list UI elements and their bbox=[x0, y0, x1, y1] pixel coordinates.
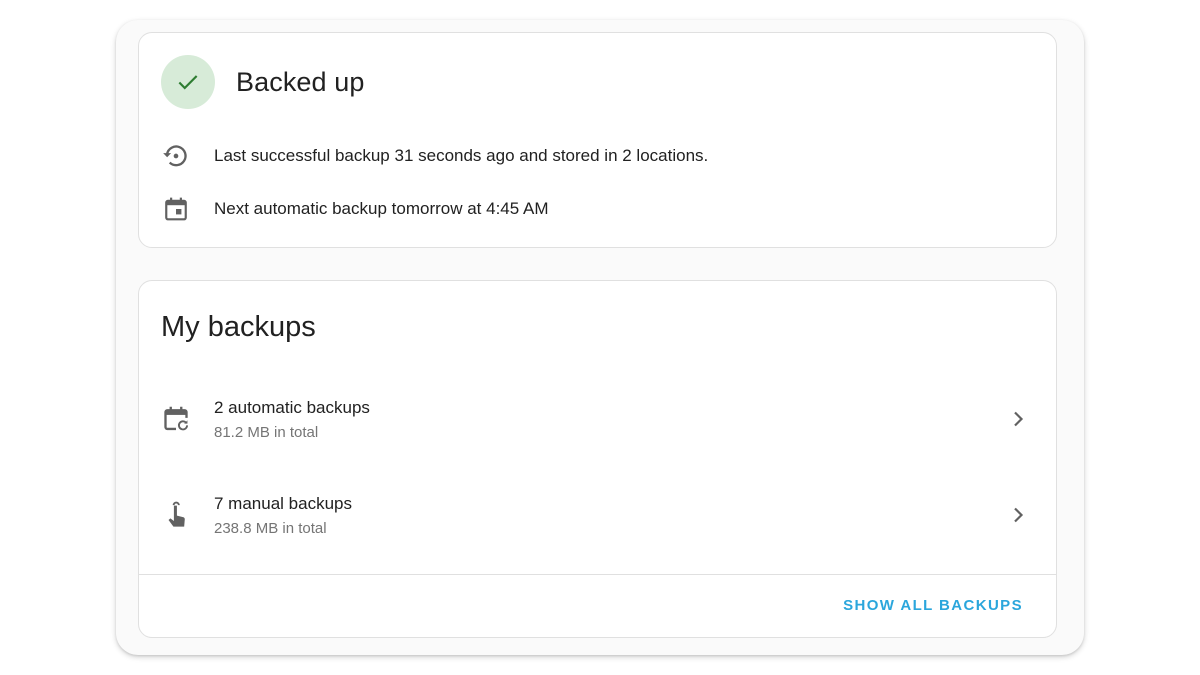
my-backups-title: My backups bbox=[161, 311, 316, 343]
calendar-sync-icon bbox=[161, 404, 191, 434]
next-backup-row: Next automatic backup tomorrow at 4:45 A… bbox=[161, 194, 549, 224]
automatic-backups-size: 81.2 MB in total bbox=[214, 423, 319, 441]
automatic-backups-item[interactable]: 2 automatic backups 81.2 MB in total bbox=[139, 371, 1056, 467]
automatic-backups-label: 2 automatic backups bbox=[214, 397, 370, 417]
card-divider bbox=[139, 574, 1056, 575]
manual-backups-size: 238.8 MB in total bbox=[214, 519, 327, 537]
my-backups-card: My backups 2 automatic backups 81.2 MB i… bbox=[138, 280, 1057, 638]
check-icon bbox=[161, 55, 215, 109]
chevron-right-icon bbox=[1014, 507, 1024, 523]
backup-status-card: Backed up Last successful backup 31 seco… bbox=[138, 32, 1057, 248]
last-backup-row: Last successful backup 31 seconds ago an… bbox=[161, 141, 708, 171]
manual-backups-item[interactable]: 7 manual backups 238.8 MB in total bbox=[139, 467, 1056, 563]
show-all-backups-button[interactable]: SHOW ALL BACKUPS bbox=[843, 597, 1023, 614]
calendar-icon bbox=[161, 194, 191, 224]
manual-backups-label: 7 manual backups bbox=[214, 493, 352, 513]
manual-backups-text: 7 manual backups 238.8 MB in total bbox=[214, 494, 352, 537]
gesture-tap-icon bbox=[161, 500, 191, 530]
status-title: Backed up bbox=[236, 66, 365, 97]
backup-panel: Backed up Last successful backup 31 seco… bbox=[116, 20, 1084, 655]
backup-restore-icon bbox=[161, 141, 191, 171]
last-backup-text: Last successful backup 31 seconds ago an… bbox=[214, 146, 709, 165]
chevron-right-icon bbox=[1014, 411, 1024, 427]
status-header: Backed up bbox=[161, 55, 365, 109]
automatic-backups-text: 2 automatic backups 81.2 MB in total bbox=[214, 398, 370, 441]
next-backup-text: Next automatic backup tomorrow at 4:45 A… bbox=[214, 199, 549, 218]
